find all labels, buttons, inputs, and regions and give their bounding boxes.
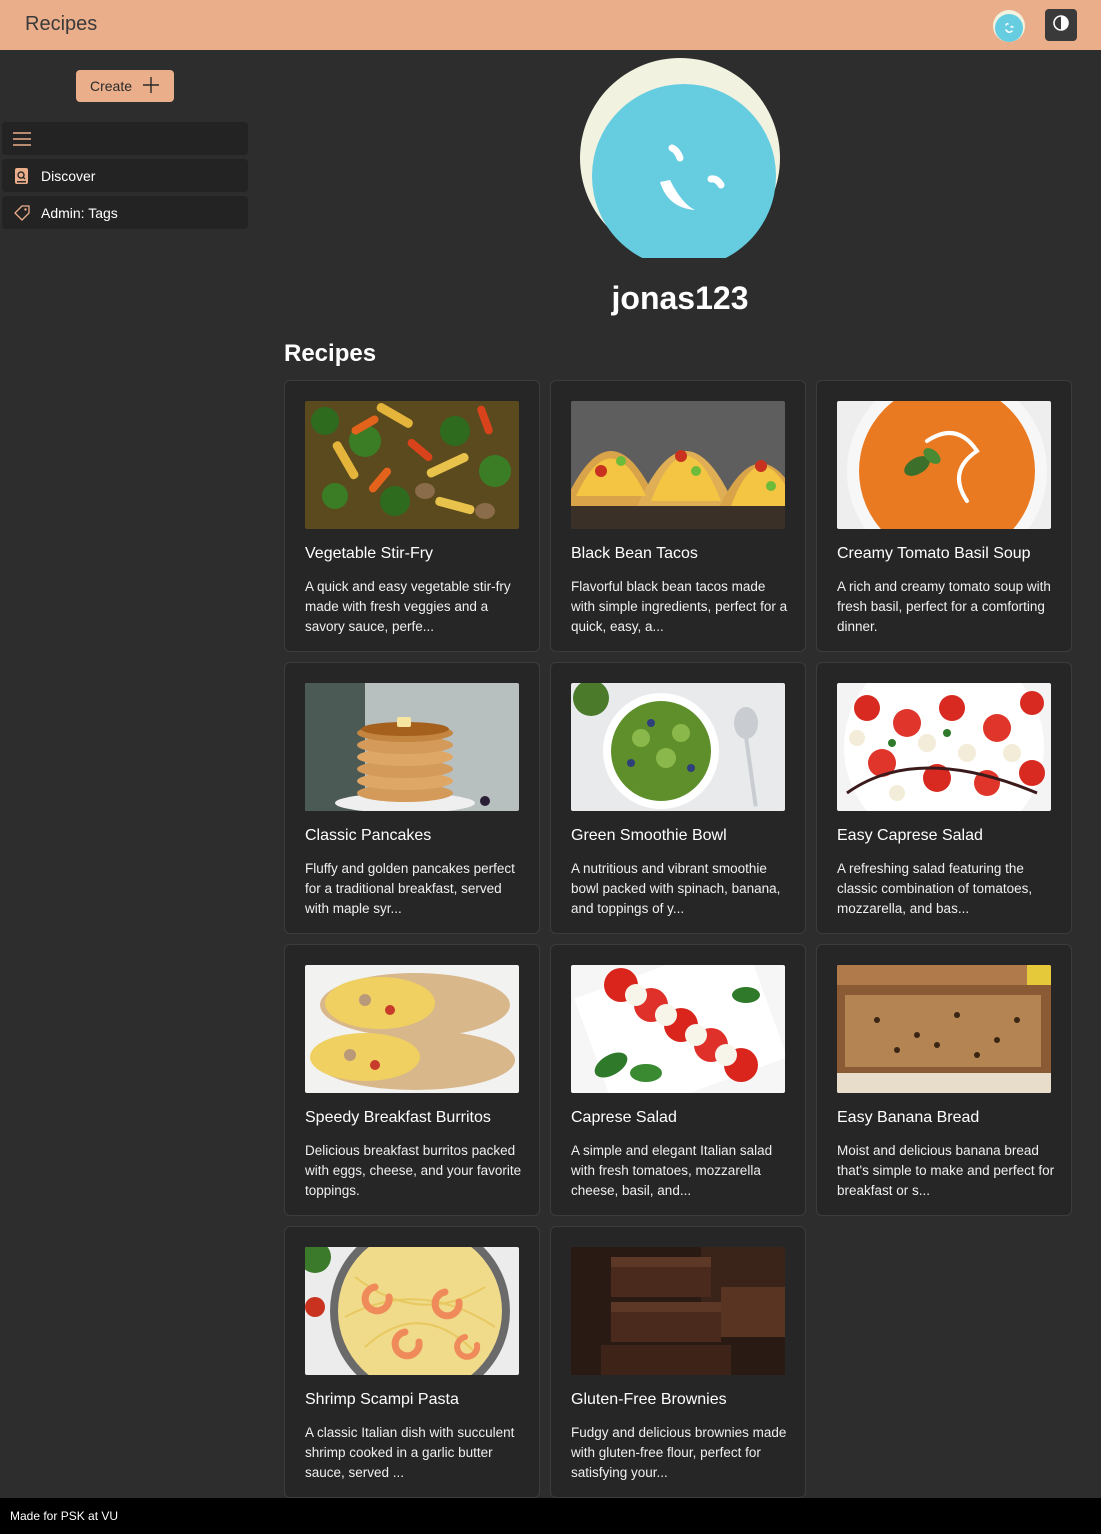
recipe-card[interactable]: Easy Caprese Salad A refreshing salad fe…: [816, 662, 1072, 934]
create-button[interactable]: Create: [76, 70, 174, 102]
footer-text: Made for PSK at VU: [10, 1509, 119, 1523]
recipe-card[interactable]: Creamy Tomato Basil Soup A rich and crea…: [816, 380, 1072, 652]
recipe-description: Fluffy and golden pancakes perfect for a…: [305, 861, 515, 916]
recipe-card[interactable]: Shrimp Scampi Pasta A classic Italian di…: [284, 1226, 540, 1498]
recipe-title: Classic Pancakes: [305, 827, 432, 844]
recipe-title: Gluten-Free Brownies: [571, 1391, 727, 1408]
recipe-card[interactable]: Green Smoothie Bowl A nutritious and vib…: [550, 662, 806, 934]
recipes-section-title: Recipes: [284, 340, 377, 367]
recipe-card[interactable]: Gluten-Free Brownies Fudgy and delicious…: [550, 1226, 806, 1498]
recipe-title: Speedy Breakfast Burritos: [305, 1109, 491, 1126]
recipe-image: [305, 965, 519, 1093]
profile-username: jonas123: [611, 280, 749, 316]
contrast-icon: [1052, 14, 1070, 37]
recipe-image: [571, 1247, 785, 1375]
recipe-description: A rich and creamy tomato soup with fresh…: [837, 579, 1051, 634]
recipe-description: Delicious breakfast burritos packed with…: [305, 1143, 522, 1198]
recipe-image: [571, 965, 785, 1093]
theme-toggle-button[interactable]: [1045, 9, 1077, 41]
recipe-image: [571, 401, 785, 529]
recipe-description: A classic Italian dish with succulent sh…: [305, 1425, 515, 1480]
recipe-description: Moist and delicious banana bread that's …: [837, 1143, 1055, 1198]
recipe-card[interactable]: Easy Banana Bread Moist and delicious ba…: [816, 944, 1072, 1216]
recipe-title: Caprese Salad: [571, 1109, 677, 1126]
recipe-image: [305, 1247, 519, 1375]
recipe-title: Black Bean Tacos: [571, 545, 698, 562]
recipe-description: Flavorful black bean tacos made with sim…: [571, 579, 788, 634]
recipe-card[interactable]: Speedy Breakfast Burritos Delicious brea…: [284, 944, 540, 1216]
recipe-image: [305, 683, 519, 811]
sidebar-item-admin-tags[interactable]: Admin: Tags: [2, 196, 248, 229]
recipe-image: [837, 683, 1051, 811]
recipe-description: A simple and elegant Italian salad with …: [571, 1143, 773, 1198]
recipe-title: Green Smoothie Bowl: [571, 827, 727, 844]
app-title[interactable]: Recipes: [25, 13, 97, 36]
plus-icon: [142, 76, 160, 97]
create-button-label: Create: [89, 78, 133, 94]
user-avatar-icon[interactable]: [993, 10, 1025, 42]
recipe-description: Fudgy and delicious brownies made with g…: [571, 1425, 787, 1480]
recipe-card[interactable]: Classic Pancakes Fluffy and golden panca…: [284, 662, 540, 934]
recipe-description: A quick and easy vegetable stir-fry made…: [305, 579, 511, 634]
sidebar-item-label: Discover: [41, 167, 96, 184]
recipe-title: Easy Banana Bread: [837, 1109, 980, 1126]
sidebar-item-label: Admin: Tags: [41, 204, 118, 221]
recipe-card[interactable]: Black Bean Tacos Flavorful black bean ta…: [550, 380, 806, 652]
page-footer: Made for PSK at VU: [0, 1498, 1101, 1534]
profile-avatar: [580, 58, 780, 268]
recipe-card[interactable]: Vegetable Stir-Fry A quick and easy vege…: [284, 380, 540, 652]
tag-icon: [12, 203, 32, 223]
recipe-description: A refreshing salad featuring the classic…: [837, 861, 1033, 916]
recipe-image: [571, 683, 785, 811]
recipe-title: Creamy Tomato Basil Soup: [837, 545, 1031, 562]
hamburger-icon: [12, 129, 32, 149]
sidebar-toggle-button[interactable]: [2, 122, 248, 155]
recipe-image: [837, 401, 1051, 529]
recipe-title: Vegetable Stir-Fry: [305, 545, 434, 562]
recipe-image: [305, 401, 519, 529]
recipe-title: Easy Caprese Salad: [837, 827, 983, 844]
top-app-bar: Recipes: [0, 0, 1101, 50]
sidebar-item-discover[interactable]: Discover: [2, 159, 248, 192]
recipe-image: [837, 965, 1051, 1093]
recipe-title: Shrimp Scampi Pasta: [305, 1391, 459, 1408]
recipe-description: A nutritious and vibrant smoothie bowl p…: [571, 861, 781, 916]
search-book-icon: [12, 166, 32, 186]
recipe-card[interactable]: Caprese Salad A simple and elegant Itali…: [550, 944, 806, 1216]
